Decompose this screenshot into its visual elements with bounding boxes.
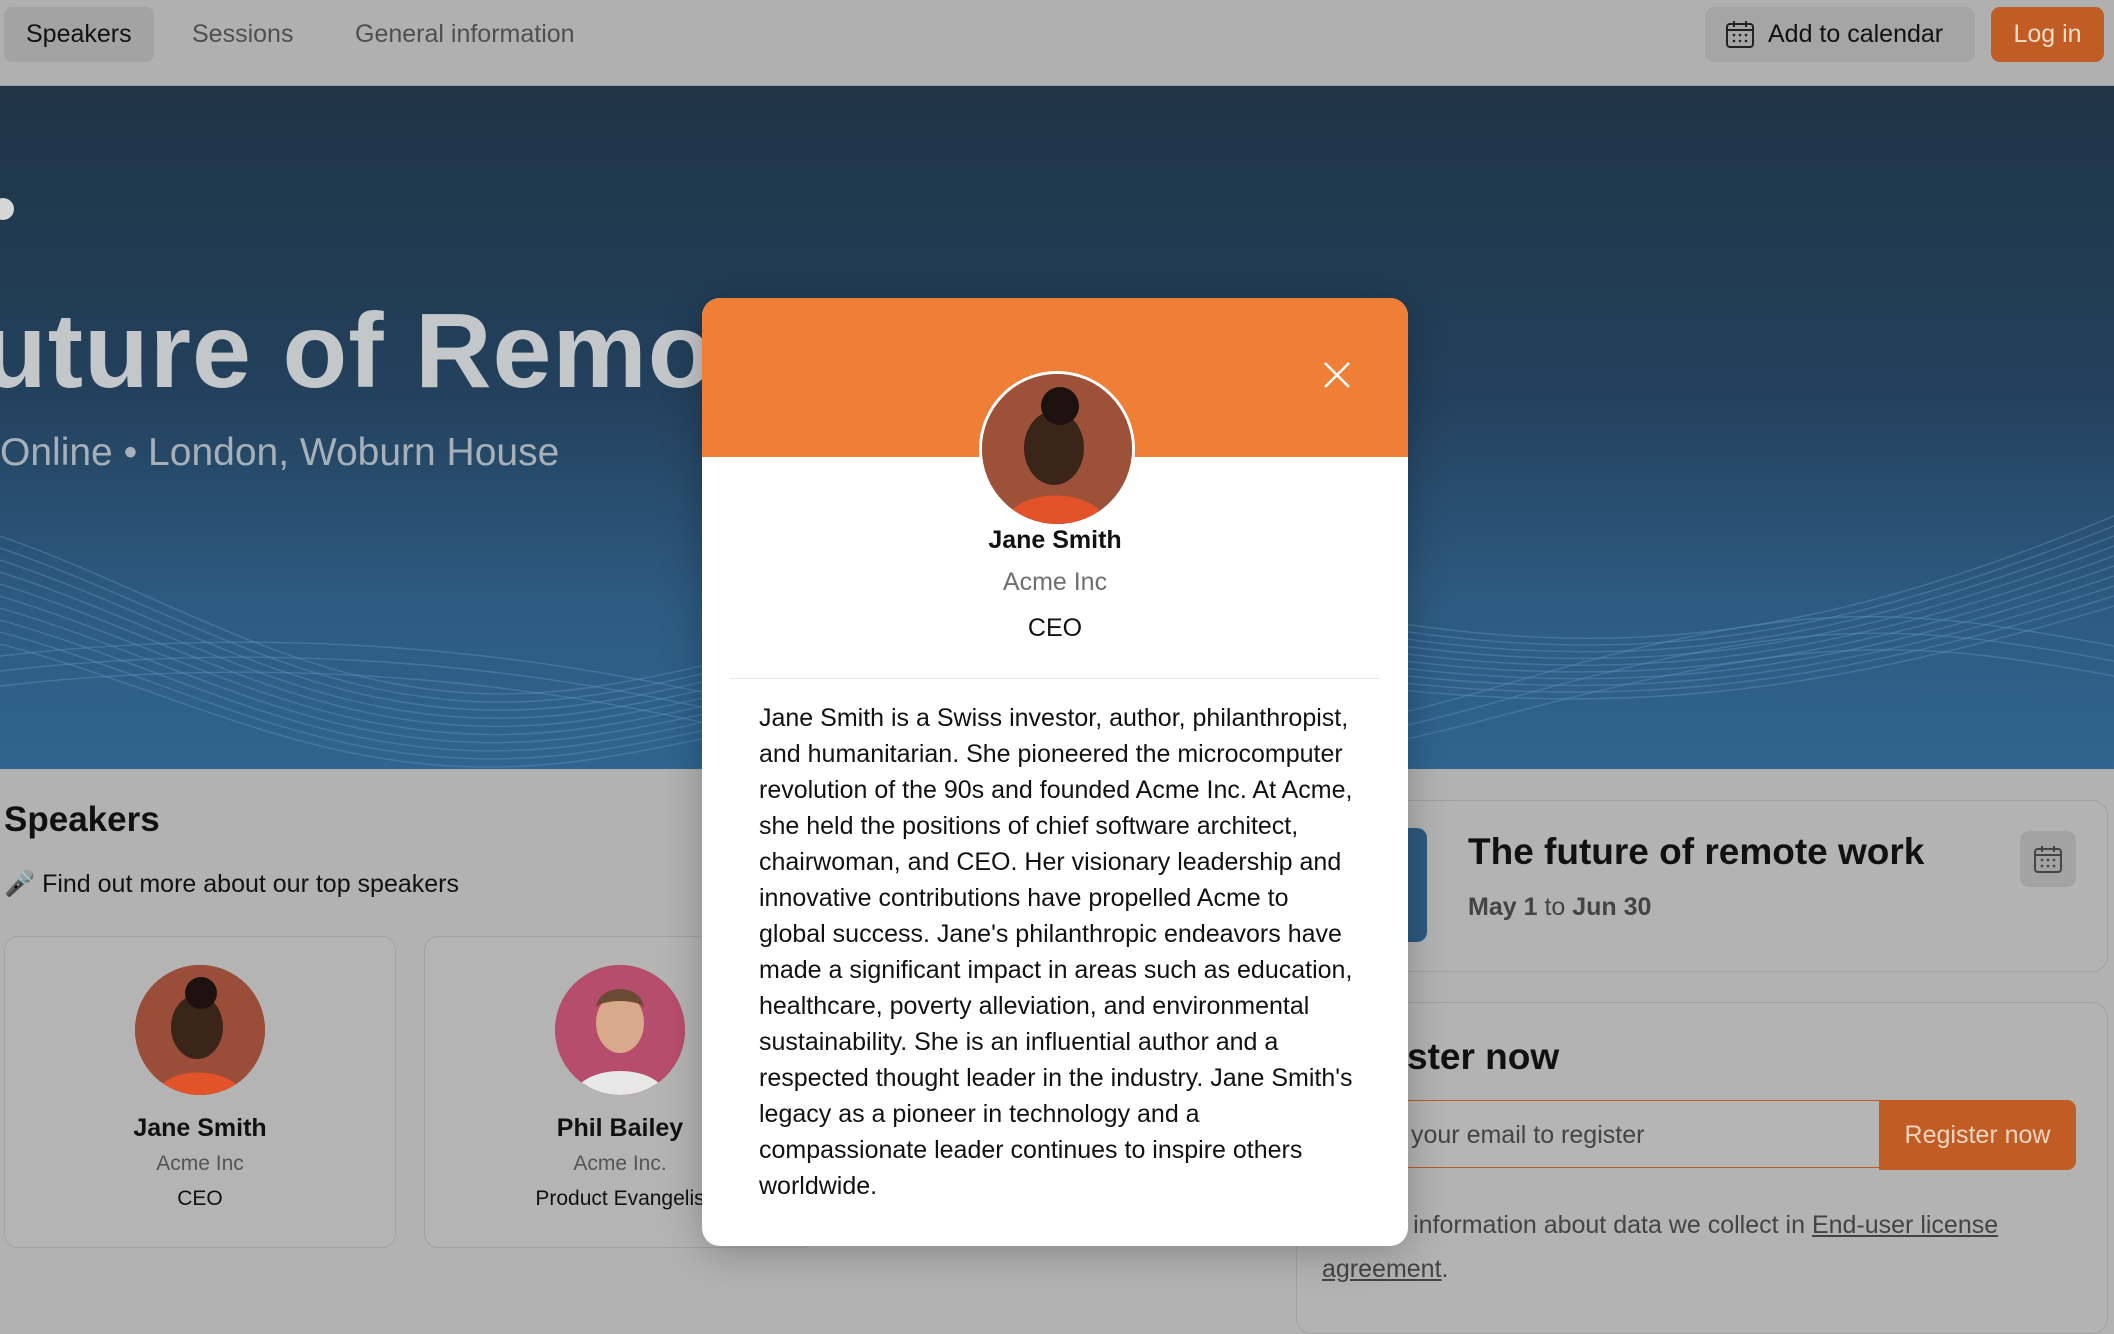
modal-speaker-name: Jane Smith	[988, 526, 1122, 554]
speaker-detail-modal: Jane Smith Acme Inc CEO Jane Smith is a …	[702, 298, 1408, 1246]
register-info-text: ore information about data we collect in…	[1322, 1203, 2082, 1291]
speaker-photo	[555, 965, 685, 1095]
avatar	[555, 965, 685, 1095]
close-icon[interactable]	[1317, 355, 1357, 395]
speaker-photo	[982, 374, 1132, 524]
speaker-photo	[135, 965, 265, 1095]
add-to-calendar-button[interactable]: Add to calendar	[1705, 7, 1975, 62]
speaker-company: Acme Inc	[156, 1152, 244, 1175]
modal-speaker-role: CEO	[1027, 614, 1083, 642]
event-title: The future of remote work	[1468, 831, 1925, 872]
event-date-separator: to	[1544, 893, 1566, 921]
tab-sessions[interactable]: Sessions	[170, 7, 315, 62]
event-date-from: May 1	[1468, 893, 1538, 921]
speaker-role: CEO	[177, 1187, 223, 1210]
modal-avatar	[979, 371, 1135, 527]
tab-speakers[interactable]: Speakers	[4, 7, 154, 62]
login-button[interactable]: Log in	[1991, 7, 2104, 62]
calendar-icon	[1726, 21, 1754, 48]
speaker-card-jane-smith[interactable]: Jane Smith Acme Inc CEO	[4, 936, 396, 1248]
event-date-to: Jun 30	[1572, 893, 1652, 921]
avatar	[135, 965, 265, 1095]
speakers-heading: Speakers	[4, 800, 160, 839]
modal-divider	[730, 678, 1380, 679]
event-dates: May 1 to Jun 30	[1468, 893, 1651, 922]
eula-link-continued[interactable]: agreement	[1322, 1255, 1442, 1283]
eula-link[interactable]: End-user license	[1812, 1211, 1998, 1239]
modal-speaker-company: Acme Inc	[1002, 568, 1108, 596]
tab-general-information[interactable]: General information	[333, 7, 597, 62]
speaker-name: Jane Smith	[133, 1114, 267, 1142]
hero-title: uture of Remot	[0, 292, 750, 410]
modal-speaker-bio: Jane Smith is a Swiss investor, author, …	[759, 704, 1353, 1200]
register-email-input[interactable]: your email to register	[1330, 1100, 1880, 1168]
add-to-calendar-label: Add to calendar	[1768, 20, 1944, 48]
event-add-to-calendar-button[interactable]	[2020, 831, 2076, 887]
hero-subtitle: Online • London, Woburn House	[0, 431, 560, 474]
register-heading: ster now	[1407, 1036, 1560, 1077]
top-navigation: Speakers Sessions General information Ad…	[0, 0, 2114, 86]
speakers-description: 🎤 Find out more about our top speakers	[4, 870, 459, 898]
register-now-button[interactable]: Register now	[1879, 1100, 2076, 1170]
register-info-end: .	[1441, 1255, 1449, 1283]
calendar-icon	[2034, 846, 2062, 873]
event-summary-card: The future of remote work May 1 to Jun 3…	[1296, 800, 2108, 972]
